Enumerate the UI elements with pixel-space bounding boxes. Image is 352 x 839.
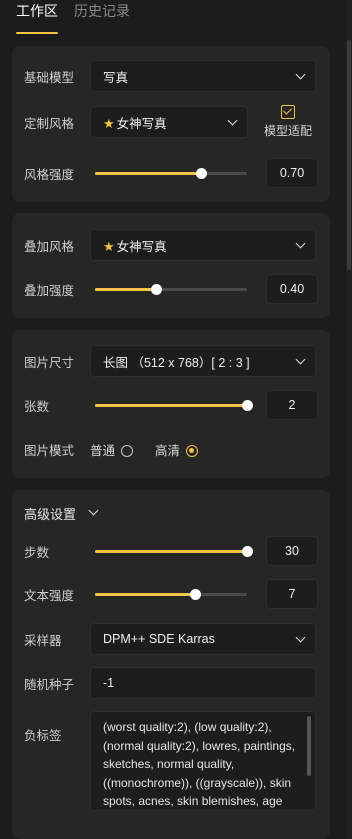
sampler-select[interactable]: DPM++ SDE Karras xyxy=(90,623,316,655)
sampler-label: 采样器 xyxy=(24,633,62,648)
seed-input[interactable]: -1 xyxy=(90,667,316,699)
steps-slider[interactable] xyxy=(95,543,253,559)
slider-fill xyxy=(95,593,196,596)
steps-input[interactable]: 30 xyxy=(266,536,318,566)
image-size-label: 图片尺寸 xyxy=(24,355,75,370)
scrollbar-thumb[interactable] xyxy=(347,40,351,270)
custom-style-value: 女神写真 xyxy=(116,116,167,131)
seed-label: 随机种子 xyxy=(24,677,75,692)
text-strength-input[interactable]: 7 xyxy=(266,579,318,609)
negative-prompt-textarea[interactable]: (worst quality:2), (low quality:2), (nor… xyxy=(90,711,316,811)
chevron-down-icon xyxy=(295,240,305,250)
image-size-value: 长图 （512 x 768）[ 2 : 3 ] xyxy=(103,355,250,370)
overlay-style-select[interactable]: ★ 女神写真 xyxy=(90,229,316,261)
slider-thumb[interactable] xyxy=(190,589,202,600)
advanced-settings-label: 高级设置 xyxy=(24,506,77,522)
text-strength-slider[interactable] xyxy=(95,586,247,602)
overlay-strength-label: 叠加强度 xyxy=(24,283,75,298)
advanced-settings-card: 高级设置 步数 30 文本强度 7 采样器 DPM++ SDE Karras 随… xyxy=(12,490,330,839)
text-strength-label: 文本强度 xyxy=(24,588,75,603)
negative-prompt-text: (worst quality:2), (low quality:2), (nor… xyxy=(103,720,296,808)
tab-history[interactable]: 历史记录 xyxy=(74,0,130,28)
page-scrollbar[interactable] xyxy=(346,0,352,839)
sampler-value: DPM++ SDE Karras xyxy=(103,632,215,646)
mode-option-hd[interactable]: 高清 xyxy=(155,440,199,459)
chevron-down-icon xyxy=(295,356,305,366)
mode-hd-label: 高清 xyxy=(155,443,181,458)
image-mode-label: 图片模式 xyxy=(24,443,75,458)
base-model-label: 基础模型 xyxy=(24,70,75,85)
image-settings-card: 图片尺寸 长图 （512 x 768）[ 2 : 3 ] 张数 2 图片模式 普… xyxy=(12,330,330,478)
mode-option-normal[interactable]: 普通 xyxy=(90,440,134,459)
chevron-down-icon xyxy=(227,117,237,127)
steps-label: 步数 xyxy=(24,545,50,560)
advanced-settings-toggle[interactable]: 高级设置 xyxy=(24,503,318,523)
tab-workspace[interactable]: 工作区 xyxy=(16,0,58,34)
overlay-style-card: 叠加风格 ★ 女神写真 叠加强度 0.40 xyxy=(12,213,330,318)
slider-thumb[interactable] xyxy=(242,400,253,411)
slider-fill xyxy=(95,172,202,175)
chevron-down-icon xyxy=(295,71,305,81)
base-model-value: 写真 xyxy=(103,70,129,85)
slider-thumb[interactable] xyxy=(150,284,162,295)
image-size-select[interactable]: 长图 （512 x 768）[ 2 : 3 ] xyxy=(90,345,316,377)
count-label: 张数 xyxy=(24,399,50,414)
slider-fill xyxy=(95,404,247,407)
tab-bar: 工作区 历史记录 xyxy=(16,0,130,34)
checkbox-checked-icon xyxy=(281,105,295,119)
slider-thumb[interactable] xyxy=(242,546,253,557)
chevron-down-icon xyxy=(295,634,305,644)
slider-thumb[interactable] xyxy=(196,168,208,179)
model-style-card: 基础模型 写真 定制风格 ★ 女神写真 模型适配 风格强度 0.70 xyxy=(12,46,330,202)
mode-normal-label: 普通 xyxy=(90,443,116,458)
count-input[interactable]: 2 xyxy=(266,390,318,420)
slider-fill xyxy=(95,550,247,553)
model-fit-checkbox[interactable]: 模型适配 xyxy=(260,105,316,139)
style-strength-slider[interactable] xyxy=(95,165,247,181)
overlay-style-label: 叠加风格 xyxy=(24,239,75,254)
overlay-style-value: 女神写真 xyxy=(116,239,167,254)
custom-style-select[interactable]: ★ 女神写真 xyxy=(90,106,248,138)
negative-prompt-label: 负标签 xyxy=(24,729,62,743)
radio-unselected-icon xyxy=(121,445,134,458)
style-strength-label: 风格强度 xyxy=(24,167,75,182)
slider-fill xyxy=(95,288,156,291)
chevron-down-icon xyxy=(88,507,98,517)
count-slider[interactable] xyxy=(95,397,253,413)
base-model-select[interactable]: 写真 xyxy=(90,60,316,92)
overlay-strength-slider[interactable] xyxy=(95,281,247,297)
star-icon: ★ xyxy=(103,238,115,254)
radio-selected-icon xyxy=(186,445,199,458)
star-icon: ★ xyxy=(103,115,115,131)
textarea-scrollbar[interactable] xyxy=(307,716,311,776)
overlay-strength-input[interactable]: 0.40 xyxy=(266,274,318,304)
model-fit-label: 模型适配 xyxy=(263,124,312,138)
style-strength-input[interactable]: 0.70 xyxy=(266,158,318,188)
custom-style-label: 定制风格 xyxy=(24,116,75,131)
